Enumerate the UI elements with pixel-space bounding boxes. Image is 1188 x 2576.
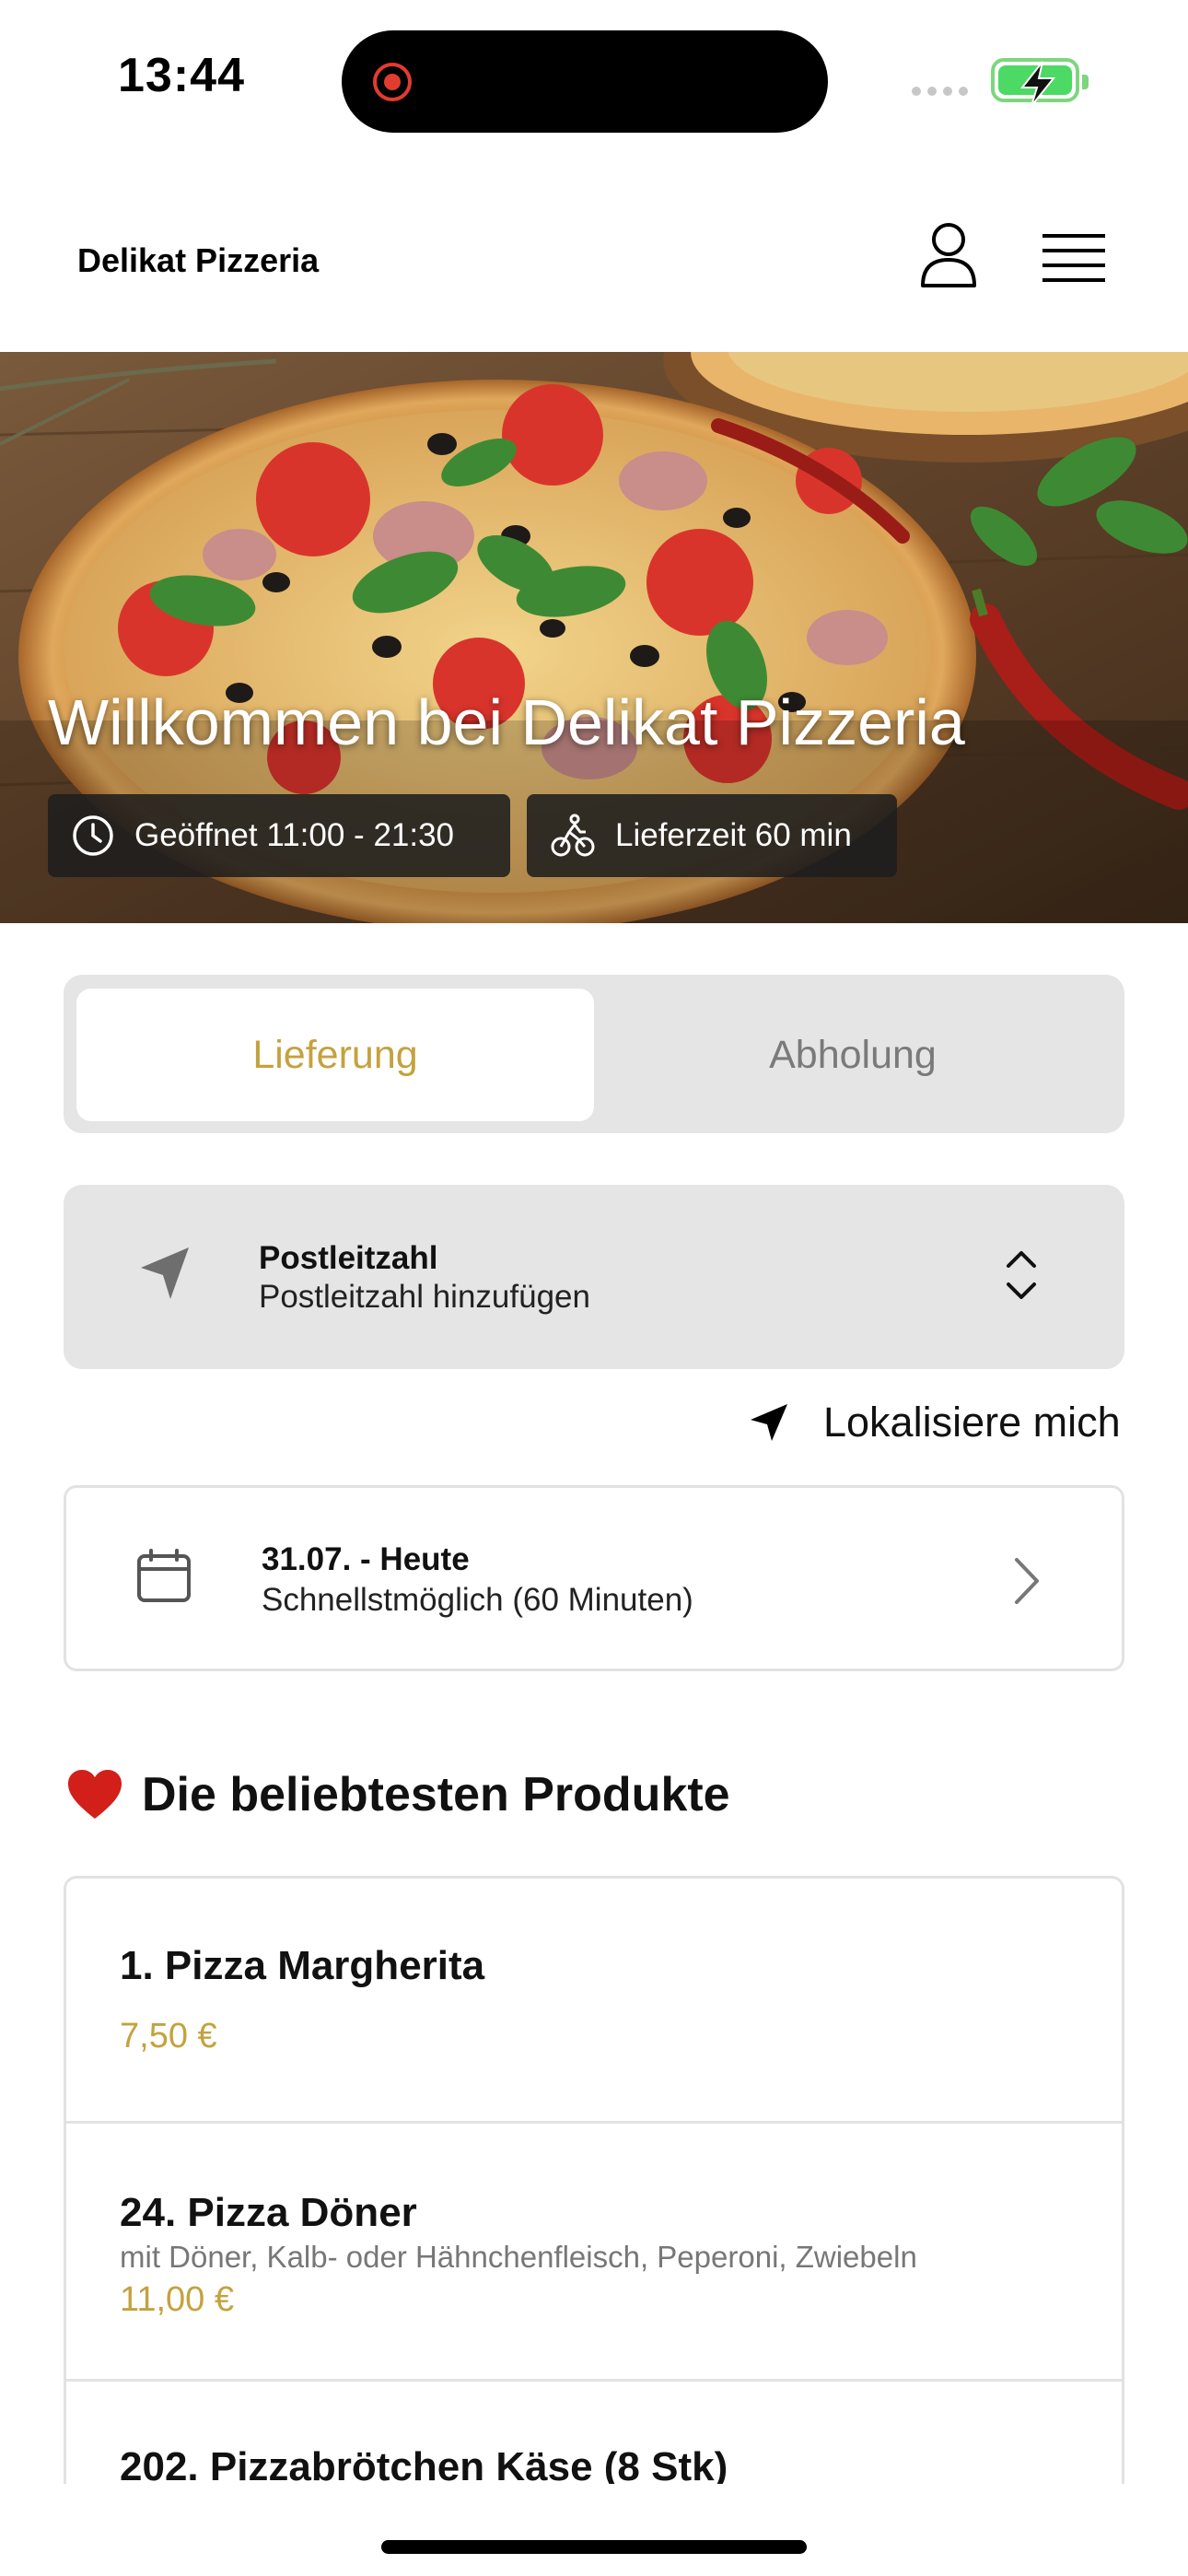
tab-delivery[interactable]: Lieferung (76, 989, 594, 1121)
signal-icon (912, 87, 968, 96)
location-arrow-icon (141, 1247, 189, 1299)
opening-hours-badge: Geöffnet 11:00 - 21:30 (48, 794, 510, 877)
dynamic-island (342, 30, 828, 133)
tab-pickup[interactable]: Abholung (594, 989, 1112, 1121)
delivery-date-selector[interactable]: 31.07. - Heute Schnellstmöglich (60 Minu… (64, 1485, 1124, 1671)
account-button[interactable] (912, 217, 985, 291)
product-card[interactable]: 24. Pizza Döner mit Döner, Kalb- oder Hä… (66, 2124, 1122, 2382)
popular-products-list: 1. Pizza Margherita 7,50 € 24. Pizza Dön… (64, 1876, 1124, 2484)
home-indicator[interactable] (381, 2540, 807, 2554)
postal-code-label: Postleitzahl (259, 1240, 438, 1276)
product-name: 202. Pizzabrötchen Käse (8 Stk) (120, 2444, 728, 2484)
calendar-icon (137, 1549, 191, 1602)
product-name: 24. Pizza Döner (120, 2190, 417, 2235)
battery-charging-icon (991, 58, 1089, 107)
hero-banner: Willkommen bei Delikat Pizzeria Geöffnet… (0, 352, 1188, 923)
chevron-up-down-icon (1007, 1251, 1036, 1299)
product-price: 11,00 € (120, 2280, 234, 2319)
recording-indicator-icon (373, 63, 412, 101)
status-bar: 13:44 (0, 0, 1188, 157)
postal-code-placeholder: Postleitzahl hinzufügen (259, 1279, 590, 1315)
menu-button[interactable] (1039, 230, 1109, 286)
product-description: mit Döner, Kalb- oder Hähnchenfleisch, P… (120, 2240, 917, 2274)
popular-products-heading: Die beliebtesten Produkte (66, 1767, 730, 1822)
product-card[interactable]: 202. Pizzabrötchen Käse (8 Stk) (66, 2382, 1122, 2484)
brand-name[interactable]: Delikat Pizzeria (77, 241, 319, 280)
user-icon (921, 223, 976, 287)
delivery-time-badge: Lieferzeit 60 min (527, 794, 897, 877)
hero-title: Willkommen bei Delikat Pizzeria (48, 686, 965, 758)
app-header: Delikat Pizzeria (0, 157, 1188, 352)
postal-code-selector[interactable]: Postleitzahl Postleitzahl hinzufügen (64, 1185, 1124, 1369)
bicycle-courier-icon (551, 814, 595, 857)
chevron-right-icon (1015, 1558, 1039, 1604)
order-mode-toggle: Lieferung Abholung (64, 975, 1124, 1133)
location-arrow-icon (751, 1404, 787, 1441)
product-card[interactable]: 1. Pizza Margherita 7,50 € (66, 1879, 1122, 2124)
status-time: 13:44 (118, 49, 245, 102)
clock-icon (73, 815, 113, 856)
delivery-time-text: Lieferzeit 60 min (615, 817, 852, 853)
delivery-time-value: Schnellstmöglich (60 Minuten) (262, 1582, 693, 1618)
product-name: 1. Pizza Margherita (120, 1943, 485, 1988)
locate-me-label: Lokalisiere mich (823, 1399, 1121, 1446)
locate-me-button[interactable]: Lokalisiere mich (748, 1399, 1121, 1446)
opening-hours-text: Geöffnet 11:00 - 21:30 (134, 817, 455, 853)
product-price: 7,50 € (120, 2017, 217, 2055)
delivery-date-label: 31.07. - Heute (262, 1541, 470, 1577)
popular-products-title: Die beliebtesten Produkte (142, 1768, 730, 1821)
hamburger-menu-icon (1042, 234, 1105, 282)
heart-icon (68, 1770, 122, 1819)
